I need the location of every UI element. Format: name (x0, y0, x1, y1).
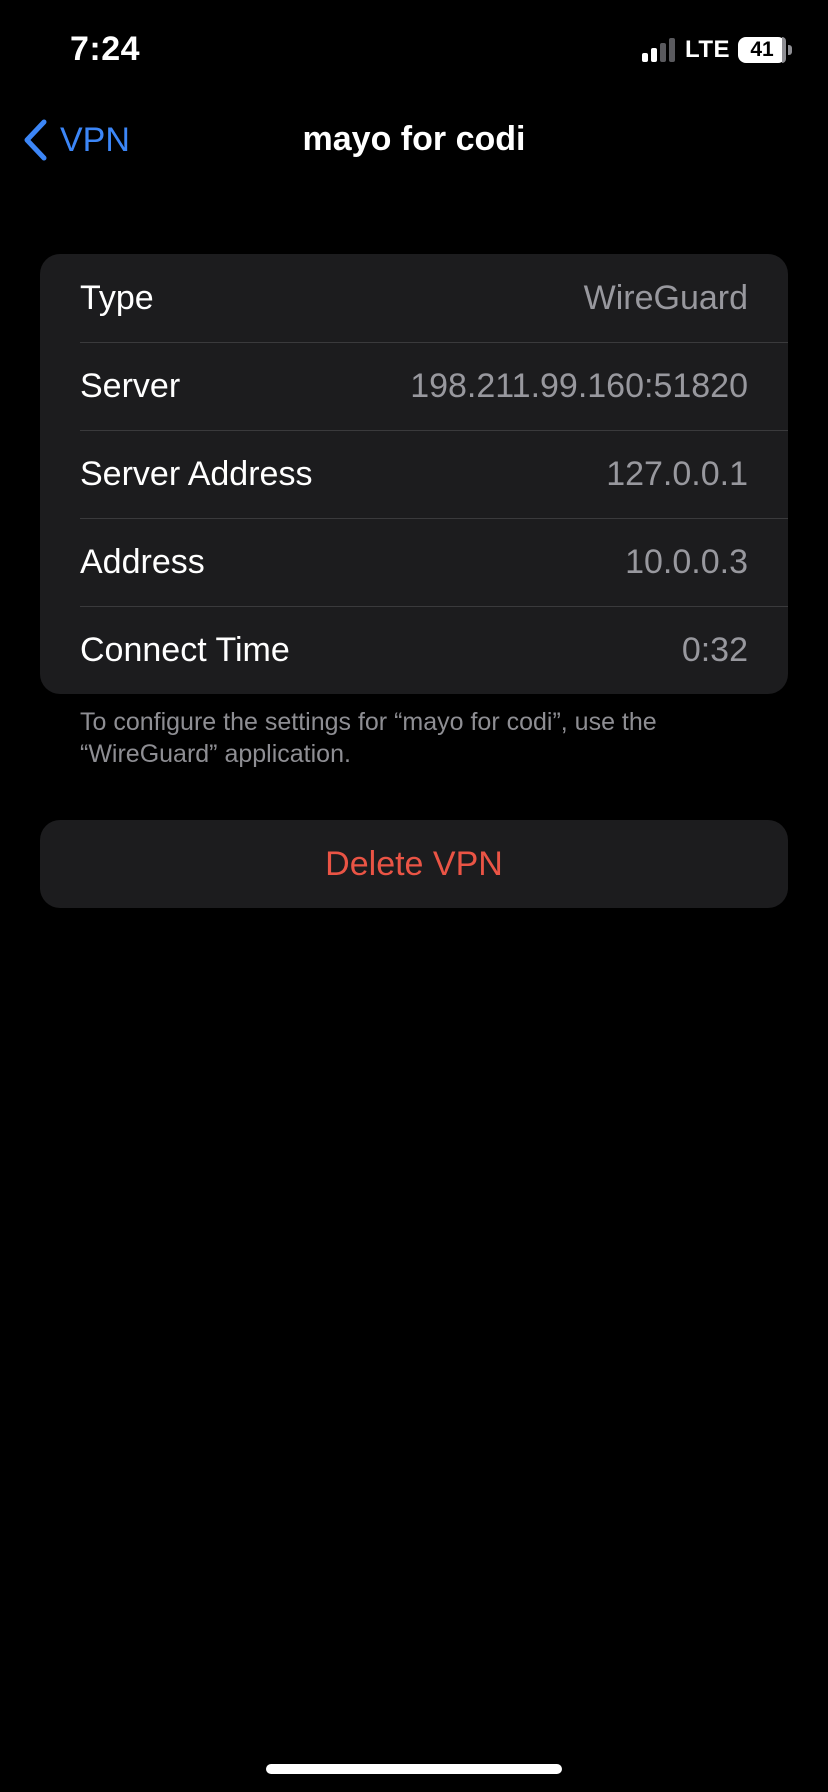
detail-label: Connect Time (80, 630, 290, 669)
navigation-bar: VPN mayo for codi (0, 100, 828, 180)
status-time: 7:24 (70, 30, 141, 68)
home-indicator[interactable] (266, 1764, 562, 1774)
delete-vpn-label: Delete VPN (325, 844, 503, 883)
vpn-details-group: Type WireGuard Server 198.211.99.160:518… (40, 254, 788, 694)
detail-label: Server Address (80, 454, 313, 493)
detail-value: 10.0.0.3 (625, 542, 748, 581)
configuration-footnote: To configure the settings for “mayo for … (80, 708, 657, 768)
detail-value: 0:32 (681, 630, 748, 669)
network-type: LTE (684, 36, 730, 63)
battery-level: 41 (750, 38, 774, 61)
detail-value: 127.0.0.1 (606, 454, 748, 493)
detail-label: Server (80, 366, 181, 405)
detail-value: 198.211.99.160:51820 (410, 366, 748, 405)
detail-row-server-address: Server Address 127.0.0.1 (40, 430, 788, 518)
detail-value: WireGuard (583, 278, 748, 317)
cellular-signal-icon (641, 38, 675, 62)
detail-label: Address (80, 542, 205, 581)
battery-nub (788, 45, 792, 55)
delete-vpn-button[interactable]: Delete VPN (40, 820, 788, 908)
status-indicators: LTE 41 (641, 36, 792, 64)
detail-row-type: Type WireGuard (40, 254, 788, 342)
status-bar: 7:24 LTE 41 (0, 0, 828, 100)
detail-row-address: Address 10.0.0.3 (40, 518, 788, 606)
page-title: mayo for codi (302, 120, 526, 158)
detail-row-server: Server 198.211.99.160:51820 (40, 342, 788, 430)
detail-label: Type (80, 278, 154, 317)
battery-icon: 41 (738, 37, 786, 63)
detail-row-connect-time: Connect Time 0:32 (40, 606, 788, 694)
